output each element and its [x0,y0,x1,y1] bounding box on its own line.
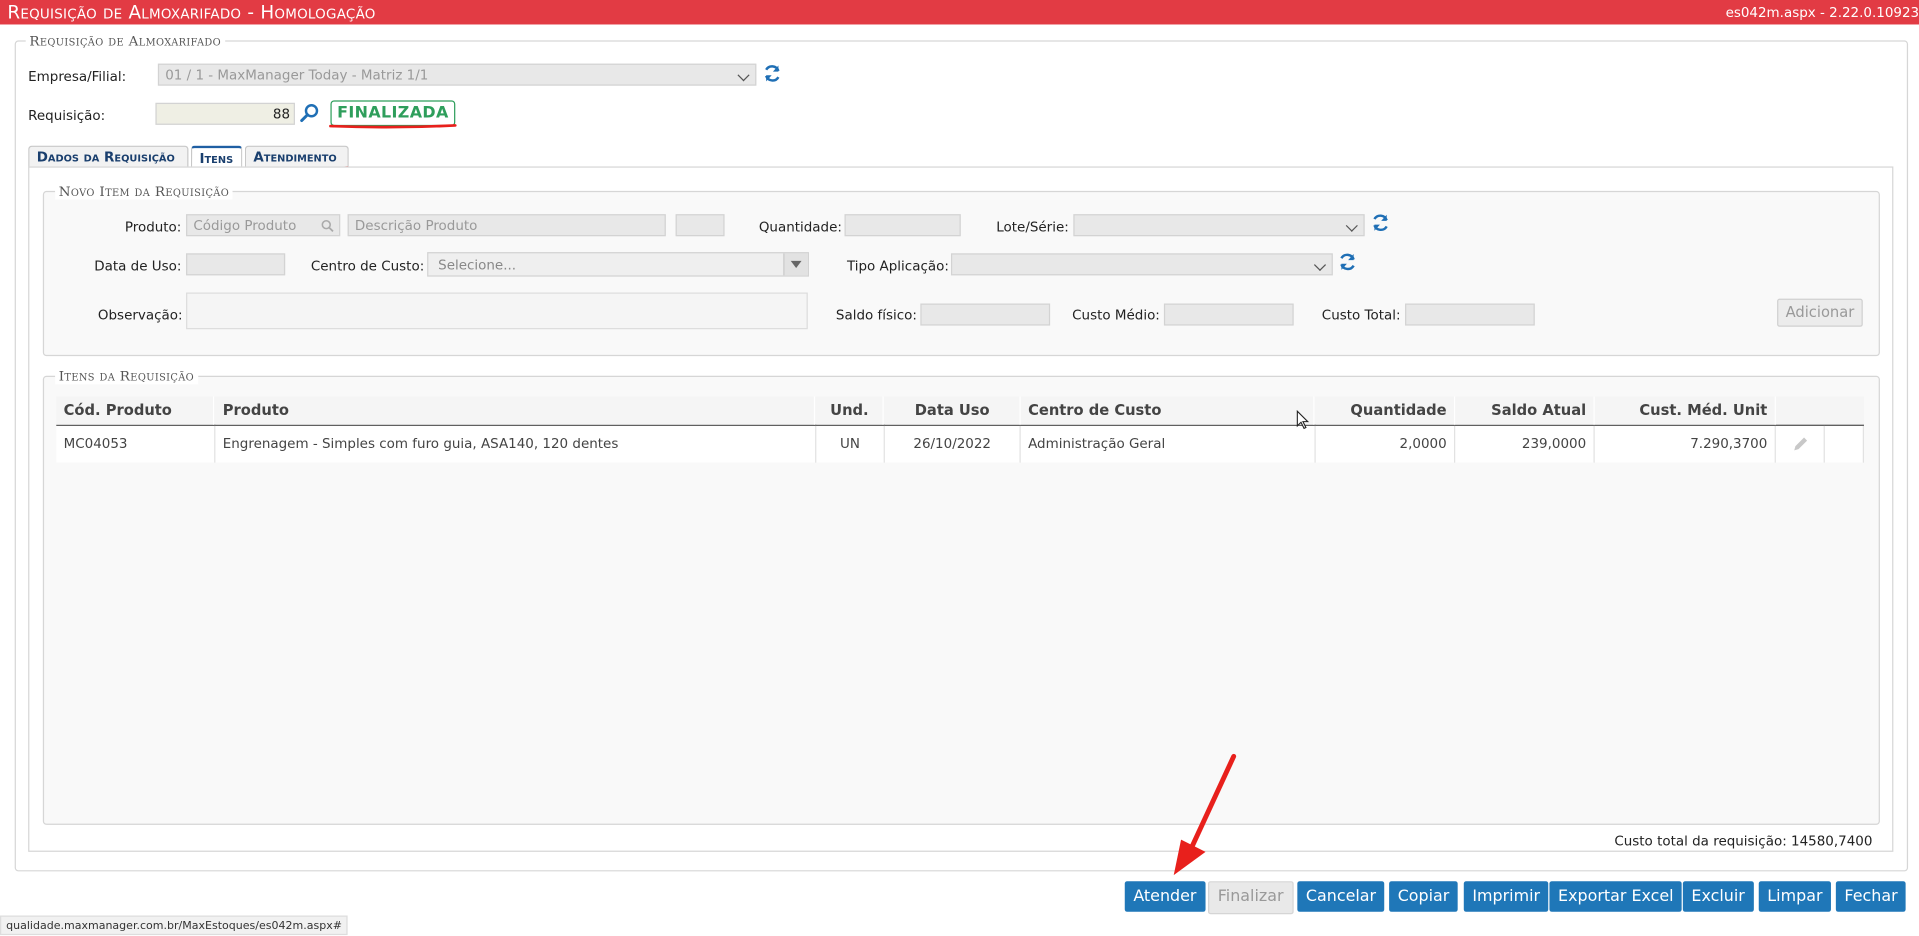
cell-centro-custo: Administração Geral [1021,425,1316,463]
cell-produto: Engrenagem - Simples com furo guia, ASA1… [215,425,817,463]
dropdown-button[interactable] [783,253,808,276]
page-title-main: Requisição de Almoxarifado [7,1,242,24]
saldo-fisico-input [920,303,1051,326]
descricao-produto-input[interactable]: Descrição Produto [347,214,666,237]
observacao-label: Observação: [97,307,183,324]
page-title-environment: Homologação [260,1,376,24]
empty-cell [1825,425,1864,463]
imprimir-button[interactable]: Imprimir [1463,881,1549,912]
centro-custo-select[interactable]: Selecione... [427,252,809,277]
cell-und: UN [816,425,885,463]
requisicao-input[interactable]: 88 [155,102,295,125]
requisicao-legend: Requisição de Almoxarifado [25,33,225,49]
unidade-input[interactable] [675,214,725,237]
custo-total-requisicao-label: Custo total da requisição: [1614,833,1787,850]
custo-total-input [1405,303,1535,326]
atender-button[interactable]: Atender [1124,881,1206,912]
empresa-select[interactable]: 01 / 1 - MaxManager Today - Matriz 1/1 [157,63,757,86]
column-header-custo-medio[interactable]: Cust. Méd. Unit [1594,396,1776,425]
annotation-arrow [1173,753,1237,876]
custo-total-requisicao-value: 14580,7400 [1791,833,1873,850]
chevron-down-icon [1345,219,1358,232]
chevron-down-icon [737,69,750,82]
custo-medio-label: Custo Médio: [1072,307,1160,324]
limpar-button[interactable]: Limpar [1758,881,1832,912]
refresh-tipo-aplicacao-icon[interactable] [1338,252,1358,272]
data-uso-input[interactable] [186,253,286,276]
data-uso-label: Data de Uso: [94,258,182,275]
excluir-button[interactable]: Excluir [1682,881,1754,912]
search-icon[interactable] [321,219,334,233]
custo-total-requisicao: Custo total da requisição: 14580,7400 [1614,833,1872,849]
column-header-centro-custo[interactable]: Centro de Custo [1020,396,1315,425]
fechar-button[interactable]: Fechar [1835,881,1907,912]
tipo-aplicacao-label: Tipo Aplicação: [846,258,949,275]
column-header-und[interactable]: Und. [816,396,884,425]
column-header-produto[interactable]: Produto [215,396,816,425]
triangle-down-icon [790,260,802,269]
observacao-textarea[interactable] [186,292,808,330]
empresa-label: Empresa/Filial: [28,68,127,85]
codigo-produto-input[interactable]: Código Produto [186,214,341,237]
produto-label: Produto: [124,219,182,235]
cell-codigo: MC04053 [56,425,216,463]
column-header-quantidade[interactable]: Quantidade [1315,396,1456,425]
refresh-lote-icon[interactable] [1371,213,1391,233]
lote-serie-select[interactable] [1073,214,1365,237]
exportar-excel-button[interactable]: Exportar Excel [1549,881,1683,912]
tab-dados-requisicao[interactable]: Dados da Requisição [28,145,189,168]
cell-data-uso: 26/10/2022 [885,425,1021,463]
custo-medio-input [1163,303,1294,326]
column-header-data-uso[interactable]: Data Uso [884,396,1021,425]
annotation-underline-status [329,124,457,129]
lote-serie-label: Lote/Série: [996,219,1069,235]
tab-itens[interactable]: Itens [190,145,243,168]
cell-saldo-atual: 239,0000 [1455,425,1595,463]
status-bar-url: qualidade.maxmanager.com.br/MaxEstoques/… [0,915,349,936]
quantidade-input[interactable] [844,214,961,237]
empresa-select-value: 01 / 1 - MaxManager Today - Matriz 1/1 [165,67,429,84]
centro-custo-select-value: Selecione... [438,257,517,273]
requisicao-label: Requisição: [28,107,106,124]
page-title-separator: - [241,1,261,24]
quantidade-label: Quantidade: [758,219,842,235]
codigo-produto-placeholder: Código Produto [193,217,297,234]
centro-custo-label: Centro de Custo: [310,258,425,275]
itens-legend: Itens da Requisição [55,368,198,385]
page-title: Requisição de Almoxarifado - Homologação [7,0,375,24]
search-icon[interactable] [300,103,320,123]
edit-cell [1776,425,1825,463]
custo-total-label: Custo Total: [1321,307,1401,324]
title-bar: Requisição de Almoxarifado - Homologação… [0,0,1919,25]
cancelar-button[interactable]: Cancelar [1297,881,1385,912]
column-header-saldo-atual[interactable]: Saldo Atual [1455,396,1595,425]
copiar-button[interactable]: Copiar [1389,881,1458,912]
chevron-down-icon [1313,258,1327,272]
saldo-fisico-label: Saldo físico: [835,307,917,324]
column-header-codigo[interactable]: Cód. Produto [56,396,215,425]
refresh-empresa-icon[interactable] [762,64,782,84]
version-label: es042m.aspx - 2.22.0.10923 [1725,4,1919,21]
adicionar-button[interactable]: Adicionar [1777,298,1863,327]
cell-quantidade: 2,0000 [1316,425,1456,463]
finalizar-button[interactable]: Finalizar [1207,881,1294,915]
mouse-cursor-icon [1296,410,1310,430]
cell-custo-medio: 7.290,3700 [1595,425,1776,463]
novo-item-legend: Novo Item da Requisição [55,183,233,200]
tipo-aplicacao-select[interactable] [950,253,1333,276]
pencil-icon[interactable] [1791,436,1808,453]
